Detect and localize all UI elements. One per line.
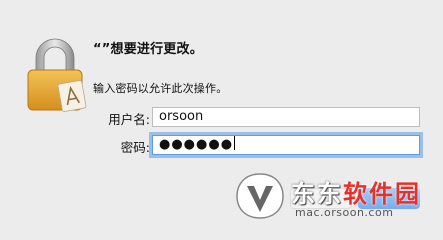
watermark-text-black: 东东 (291, 180, 343, 208)
password-label: 密码: (120, 140, 150, 155)
username-field[interactable]: orsoon (152, 107, 420, 127)
watermark-text-red: 软件园 (343, 180, 421, 208)
watermark-url: mac.orsoon.com (295, 206, 394, 219)
dialog-title: “”想要进行更改。 (93, 42, 203, 57)
watermark-text: 东东软件园 (291, 174, 421, 209)
auth-dialog: “”想要进行更改。 输入密码以允许此次操作。 用户名: orsoon 密码: ●… (0, 0, 443, 229)
password-mask: ●●●●●● (159, 137, 234, 152)
password-field[interactable]: ●●●●●● (152, 135, 420, 155)
dialog-subtitle: 输入密码以允许此次操作。 (93, 82, 228, 95)
lock-icon (22, 38, 88, 114)
watermark: 东东软件园 mac.orsoon.com (235, 168, 440, 226)
app-icon (57, 80, 87, 112)
text-caret (234, 136, 236, 150)
username-value: orsoon (159, 109, 204, 124)
username-label: 用户名: (108, 112, 150, 127)
watermark-logo-icon (235, 172, 285, 220)
